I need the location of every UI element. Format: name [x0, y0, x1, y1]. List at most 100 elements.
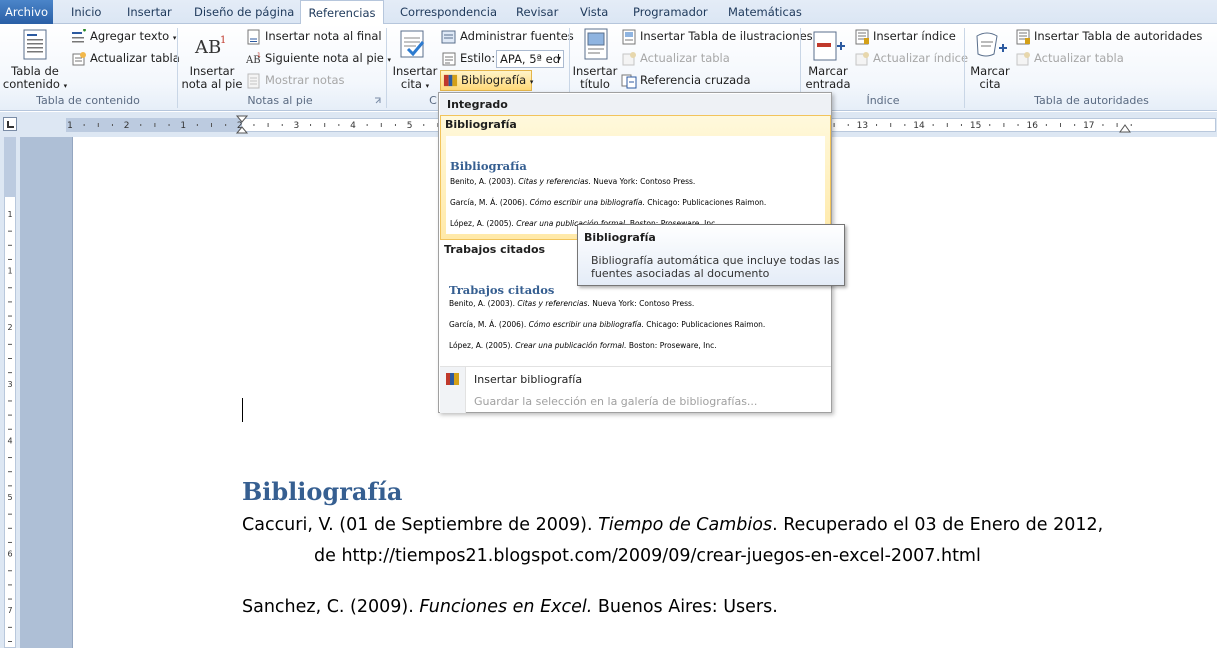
mark-citation-button[interactable]: Marcar cita — [966, 65, 1014, 91]
insert-table-of-authorities-button[interactable]: Insertar Tabla de autoridades — [1015, 26, 1202, 46]
indent-marker-icon[interactable] — [236, 115, 248, 135]
insert-footnote-label-2: nota al pie — [181, 77, 243, 91]
vertical-ruler-number: 4 — [7, 436, 12, 445]
insert-citation-label-1: Insertar — [392, 64, 438, 78]
insert-citation-icon[interactable] — [398, 29, 430, 61]
style-icon — [442, 52, 456, 65]
vertical-ruler-number: 1 — [7, 210, 12, 219]
gallery-item-name: Bibliografía — [445, 118, 517, 131]
ruler-number: 4 — [350, 121, 356, 131]
tab-references[interactable]: Referencias — [300, 0, 384, 25]
save-selection-item[interactable]: Guardar la selección en la galería de bi… — [440, 391, 831, 413]
style-selector: Estilo: — [441, 48, 495, 68]
cross-reference-icon — [621, 74, 637, 88]
gallery-preview: Bibliografía Benito, A. (2003). Citas y … — [446, 136, 825, 234]
insert-caption-icon[interactable] — [582, 28, 610, 62]
manage-sources-label: Administrar fuentes — [460, 29, 574, 43]
update-table-icon — [72, 51, 86, 65]
tab-mailings[interactable]: Correspondencia — [400, 0, 497, 24]
entry-rest: . Recuperado el 03 de Enero de 2012, — [772, 515, 1104, 535]
show-notes-button[interactable]: Mostrar notas — [246, 70, 345, 90]
ruler-number: 13 — [857, 121, 868, 131]
preview-line: Benito, A. (2003). Citas y referencias. … — [449, 299, 694, 308]
dialog-launcher-icon[interactable] — [374, 97, 382, 105]
bibliography-entry-2: Sanchez, C. (2009). Funciones en Excel. … — [242, 597, 778, 617]
insert-bibliography-icon — [446, 373, 459, 385]
preview-author: López, A. (2005). — [449, 341, 516, 350]
style-dropdown[interactable]: APA, 5ª ed ▾ — [496, 50, 564, 68]
insert-footnote-icon[interactable]: AB 1 — [194, 32, 228, 58]
tab-home[interactable]: Inicio — [71, 0, 101, 24]
insert-footnote-button[interactable]: Insertar nota al pie — [180, 65, 244, 91]
insert-index-button[interactable]: Insertar índice — [854, 26, 956, 46]
table-of-figures-icon — [622, 29, 636, 44]
insert-table-of-authorities-label: Insertar Tabla de autoridades — [1034, 29, 1203, 43]
style-label: Estilo: — [460, 51, 496, 65]
tab-math[interactable]: Matemáticas — [728, 0, 802, 24]
bibliography-entry-1-line-2: de http://tiempos21.blogspot.com/2009/09… — [314, 546, 981, 566]
insert-citation-button[interactable]: Insertar cita ▾ — [392, 65, 438, 93]
preview-book-title: Cómo escribir una bibliografía. — [529, 198, 645, 207]
ruler-number: 1 — [67, 121, 73, 131]
tab-page-layout[interactable]: Diseño de página — [194, 0, 294, 24]
mark-citation-icon[interactable] — [974, 30, 1008, 60]
next-footnote-button[interactable]: AB 1 Siguiente nota al pie ▾ — [246, 48, 391, 68]
bibliography-button[interactable]: Bibliografía ▾ — [440, 70, 534, 91]
preview-author: García, M. Á. (2006). — [450, 198, 530, 207]
add-text-button[interactable]: Agregar texto ▾ — [71, 26, 176, 46]
preview-book-title: Citas y referencias. — [518, 177, 591, 186]
mark-entry-button[interactable]: Marcar entrada — [804, 65, 852, 91]
insert-citation-label-2: cita — [400, 77, 422, 91]
insert-index-label: Insertar índice — [873, 29, 956, 43]
tab-developer[interactable]: Programador — [633, 0, 708, 24]
bibliography-label: Bibliografía — [461, 73, 527, 87]
preview-rest: Boston: Proseware, Inc. — [626, 341, 717, 350]
preview-author: García, M. Á. (2006). — [449, 320, 529, 329]
next-footnote-icon: AB1 — [246, 52, 261, 66]
preview-line: García, M. Á. (2006). Cómo escribir una … — [450, 198, 766, 207]
tab-file[interactable]: Archivo — [0, 0, 53, 24]
update-toc-button[interactable]: Actualizar tabla — [71, 48, 180, 68]
dropdown-section-header: Integrado — [440, 94, 831, 115]
add-text-label: Agregar texto — [90, 29, 170, 43]
insert-endnote-button[interactable]: Insertar nota al final — [246, 26, 382, 46]
update-table-of-figures-button[interactable]: Actualizar tabla — [621, 48, 730, 68]
tab-insert[interactable]: Insertar — [127, 0, 172, 24]
group-label-authorities: Tabla de autoridades — [1034, 94, 1149, 107]
insert-bibliography-label: Insertar bibliografía — [474, 373, 583, 386]
update-table-label: Actualizar tabla — [640, 51, 730, 65]
insert-index-icon — [855, 29, 869, 44]
vertical-ruler[interactable]: 1 1 2 3 4 5 6 7 — [0, 137, 20, 648]
vertical-ruler-number: 7 — [7, 606, 12, 615]
mark-entry-icon[interactable] — [812, 30, 846, 62]
tooltip-title: Bibliografía — [584, 231, 656, 244]
preview-title: Trabajos citados — [449, 283, 555, 297]
entry-title: Tiempo de Cambios — [598, 515, 773, 535]
cross-reference-button[interactable]: Referencia cruzada — [621, 70, 751, 90]
insert-bibliography-item[interactable]: Insertar bibliografía — [440, 369, 831, 391]
gallery-item-bibliography[interactable]: Bibliografía Bibliografía Benito, A. (20… — [440, 115, 831, 240]
insert-table-of-figures-button[interactable]: Insertar Tabla de ilustraciones — [621, 26, 813, 46]
toc-button[interactable]: Tabla de contenido ▾ — [2, 65, 68, 93]
manage-sources-button[interactable]: Administrar fuentes — [441, 26, 574, 46]
tab-review[interactable]: Revisar — [516, 0, 558, 24]
preview-author: Benito, A. (2003). — [449, 299, 518, 308]
update-index-button[interactable]: Actualizar índice — [854, 48, 968, 68]
show-notes-label: Mostrar notas — [265, 73, 345, 87]
update-index-icon — [855, 51, 869, 65]
ruler-number: 3 — [294, 121, 300, 131]
tab-view[interactable]: Vista — [580, 0, 608, 24]
table-of-contents-icon[interactable] — [22, 29, 48, 61]
ruler-number: 15 — [970, 121, 981, 131]
chevron-down-icon: ▾ — [529, 78, 534, 86]
toc-label-1: Tabla de — [11, 64, 59, 78]
update-table-label: Actualizar tabla — [1034, 51, 1124, 65]
preview-title: Bibliografía — [450, 159, 527, 173]
preview-rest: Nueva York: Contoso Press. — [589, 299, 695, 308]
insert-caption-button[interactable]: Insertar título — [572, 65, 618, 91]
update-table-of-authorities-button[interactable]: Actualizar tabla — [1015, 48, 1124, 68]
group-separator — [386, 28, 387, 108]
preview-book-title: Crear una publicación formal. — [515, 341, 627, 350]
right-indent-marker-icon[interactable] — [1119, 123, 1131, 133]
preview-line: García, M. Á. (2006). Cómo escribir una … — [449, 320, 765, 329]
